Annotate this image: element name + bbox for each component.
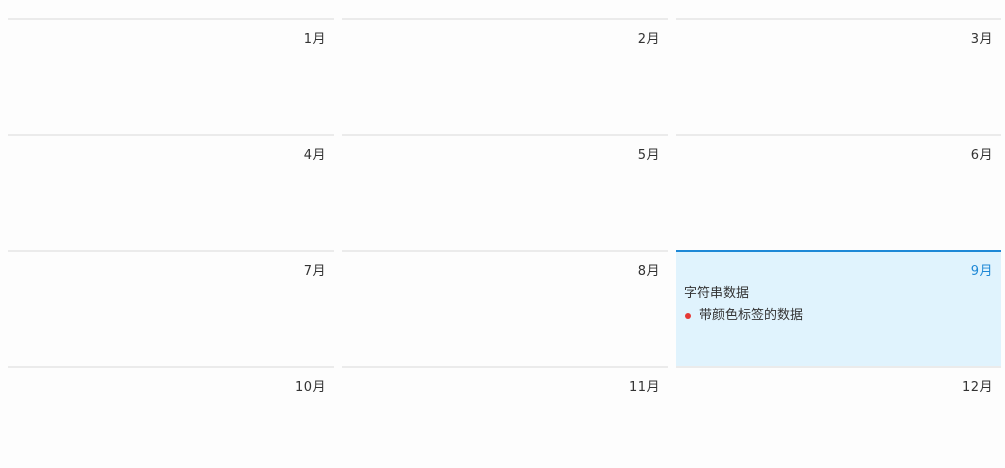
event-text: 字符串数据 [684,286,750,301]
month-label: 8月 [637,264,660,279]
month-label: 6月 [970,148,993,163]
month-label: 2月 [637,32,660,47]
month-cell-aug[interactable]: 8月 [342,250,668,366]
event-list: 字符串数据 带颜色标签的数据 [684,283,993,327]
month-label: 1月 [303,32,326,47]
month-label: 12月 [961,380,993,395]
event-item[interactable]: 字符串数据 [684,283,993,305]
month-cell-nov[interactable]: 11月 [342,366,668,468]
event-text: 带颜色标签的数据 [699,308,804,323]
month-label: 5月 [637,148,660,163]
month-cell-jan[interactable]: 1月 [8,18,334,134]
month-cell-jun[interactable]: 6月 [676,134,1001,250]
month-cell-sep[interactable]: 9月 字符串数据 带颜色标签的数据 [676,250,1001,366]
month-cell-may[interactable]: 5月 [342,134,668,250]
month-cell-jul[interactable]: 7月 [8,250,334,366]
color-tag-dot-icon [685,313,691,319]
month-cell-dec[interactable]: 12月 [676,366,1001,468]
month-label: 7月 [303,264,326,279]
month-cell-mar[interactable]: 3月 [676,18,1001,134]
month-label: 10月 [294,380,326,395]
month-label: 11月 [628,380,660,395]
year-calendar: 1月 2月 3月 4月 5月 6月 7月 8月 9月 字符串数据 带颜色标签的数… [0,0,1005,468]
month-label: 3月 [970,32,993,47]
month-cell-oct[interactable]: 10月 [8,366,334,468]
month-cell-feb[interactable]: 2月 [342,18,668,134]
month-label: 4月 [303,148,326,163]
month-label: 9月 [970,264,993,279]
event-item[interactable]: 带颜色标签的数据 [684,305,993,327]
month-cell-apr[interactable]: 4月 [8,134,334,250]
